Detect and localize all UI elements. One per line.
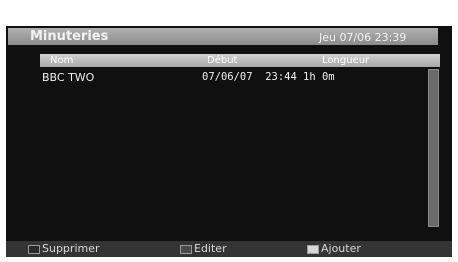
row-start: 07/06/07 23:44 bbox=[202, 71, 297, 83]
edit-label: Editer bbox=[194, 242, 227, 255]
row-name: BBC TWO bbox=[42, 71, 95, 84]
red-key-icon bbox=[28, 244, 40, 254]
column-header-start: Début bbox=[207, 55, 238, 66]
add-label: Ajouter bbox=[321, 242, 361, 255]
window-title: Minuteries bbox=[30, 29, 109, 44]
scrollbar[interactable] bbox=[428, 69, 439, 227]
column-header-name: Nom bbox=[50, 55, 74, 66]
green-key-icon bbox=[180, 244, 192, 254]
column-header-length: Longueur bbox=[322, 55, 370, 66]
datetime-display: Jeu 07/06 23:39 bbox=[319, 31, 407, 44]
delete-button[interactable]: Supprimer bbox=[28, 243, 100, 255]
add-button[interactable]: Ajouter bbox=[307, 243, 361, 255]
row-length: 1h 0m bbox=[303, 71, 335, 83]
table-header bbox=[40, 54, 440, 67]
delete-label: Supprimer bbox=[42, 242, 100, 255]
edit-button[interactable]: Editer bbox=[180, 243, 227, 255]
yellow-key-icon bbox=[307, 244, 319, 254]
